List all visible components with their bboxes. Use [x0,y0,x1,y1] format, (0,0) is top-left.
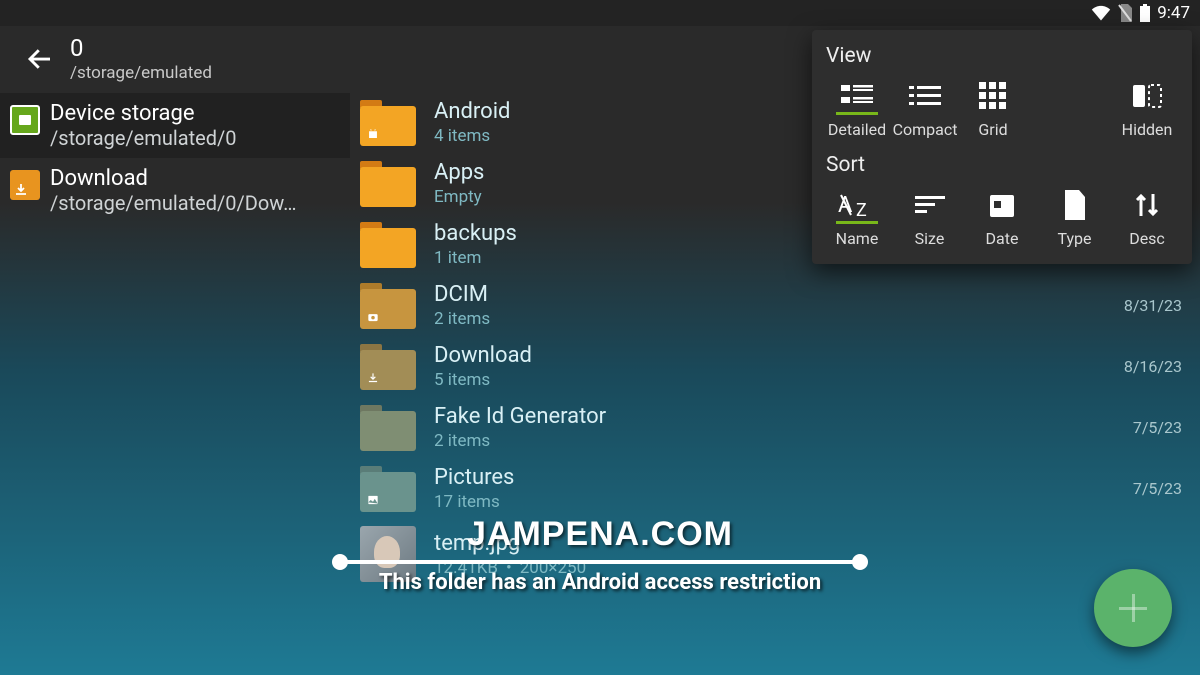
svg-text:Z: Z [856,200,867,220]
sort-option-size[interactable]: Size [899,187,961,248]
sort-option-label: Name [836,229,879,248]
clock-text: 9:47 [1157,3,1190,23]
file-sub: 5 items [434,370,1114,390]
file-date: 7/5/23 [1133,479,1182,498]
view-heading: View [826,44,1178,68]
folder-icon [360,161,416,207]
file-sub: 2 items [434,309,1114,329]
file-date: 8/31/23 [1124,296,1182,315]
sort-direction-icon [1127,187,1167,223]
wifi-icon [1091,5,1111,21]
sort-size-icon [910,187,950,223]
list-compact-icon [905,78,945,114]
file-row[interactable]: DCIM 2 items 8/31/23 [350,276,1200,337]
battery-icon [1139,4,1151,22]
sort-option-label: Desc [1129,229,1165,248]
sort-heading: Sort [826,153,1178,177]
watermark-overlay: JAMPENA.COM This folder has an Android a… [320,515,880,595]
file-name: Fake Id Generator [434,404,1123,429]
view-option-compact[interactable]: Compact [894,78,956,139]
android-icon [365,126,381,142]
calendar-icon [982,187,1022,223]
file-date: 8/16/23 [1124,357,1182,376]
folder-icon [360,344,416,390]
view-option-label: Detailed [828,120,886,139]
file-name: Pictures [434,465,1123,490]
file-name: DCIM [434,282,1114,307]
download-icon [365,370,381,386]
status-bar: 9:47 [0,0,1200,26]
hidden-icon [1127,78,1167,114]
view-option-label: Grid [978,120,1007,139]
view-option-grid[interactable]: Grid [962,78,1024,139]
sidebar-item-path: /storage/emulated/0/Dow… [50,191,297,215]
folder-icon [360,466,416,512]
file-icon [1055,187,1095,223]
file-row[interactable]: Fake Id Generator 2 items 7/5/23 [350,398,1200,459]
watermark-title: JAMPENA.COM [320,515,880,554]
sort-option-label: Size [915,229,945,248]
file-name: Download [434,343,1114,368]
sort-option-name[interactable]: AZ Name [826,187,888,248]
sort-option-date[interactable]: Date [971,187,1033,248]
list-detailed-icon [837,78,877,114]
watermark-caption: This folder has an Android access restri… [320,570,880,595]
view-sort-popup: View Detailed Compact Grid Hidden Sort A… [812,30,1192,264]
view-option-detailed[interactable]: Detailed [826,78,888,139]
view-option-label: Compact [893,120,958,139]
image-icon [365,492,381,508]
view-option-label: Hidden [1122,120,1173,139]
sidebar-item-title: Download [50,166,297,191]
sidebar-item-download[interactable]: Download /storage/emulated/0/Dow… [0,158,350,223]
file-row[interactable]: Download 5 items 8/16/23 [350,337,1200,398]
file-sub: 17 items [434,492,1123,512]
view-option-hidden[interactable]: Hidden [1116,78,1178,139]
sort-option-label: Date [986,229,1019,248]
page-subtitle: /storage/emulated [70,63,212,83]
fab-add-button[interactable] [1094,569,1172,647]
file-row[interactable]: Pictures 17 items 7/5/23 [350,459,1200,520]
sort-option-label: Type [1057,229,1091,248]
sidebar-item-path: /storage/emulated/0 [50,126,237,150]
folder-icon [360,283,416,329]
page-title: 0 [70,34,212,62]
grid-icon [973,78,1013,114]
file-date: 7/5/23 [1133,418,1182,437]
watermark-divider [340,560,860,564]
sidebar-item-device-storage[interactable]: Device storage /storage/emulated/0 [0,93,350,158]
back-button[interactable] [10,44,70,74]
sidebar: Device storage /storage/emulated/0 Downl… [0,93,350,672]
folder-icon [360,100,416,146]
folder-icon [360,222,416,268]
sidebar-item-title: Device storage [50,101,237,126]
sd-card-icon [10,105,40,135]
no-sim-icon [1117,4,1133,22]
camera-icon [365,309,381,325]
folder-icon [360,405,416,451]
sort-option-desc[interactable]: Desc [1116,187,1178,248]
download-folder-icon [10,170,40,200]
sort-option-type[interactable]: Type [1044,187,1106,248]
file-sub: 2 items [434,431,1123,451]
sort-az-icon: AZ [837,187,877,223]
